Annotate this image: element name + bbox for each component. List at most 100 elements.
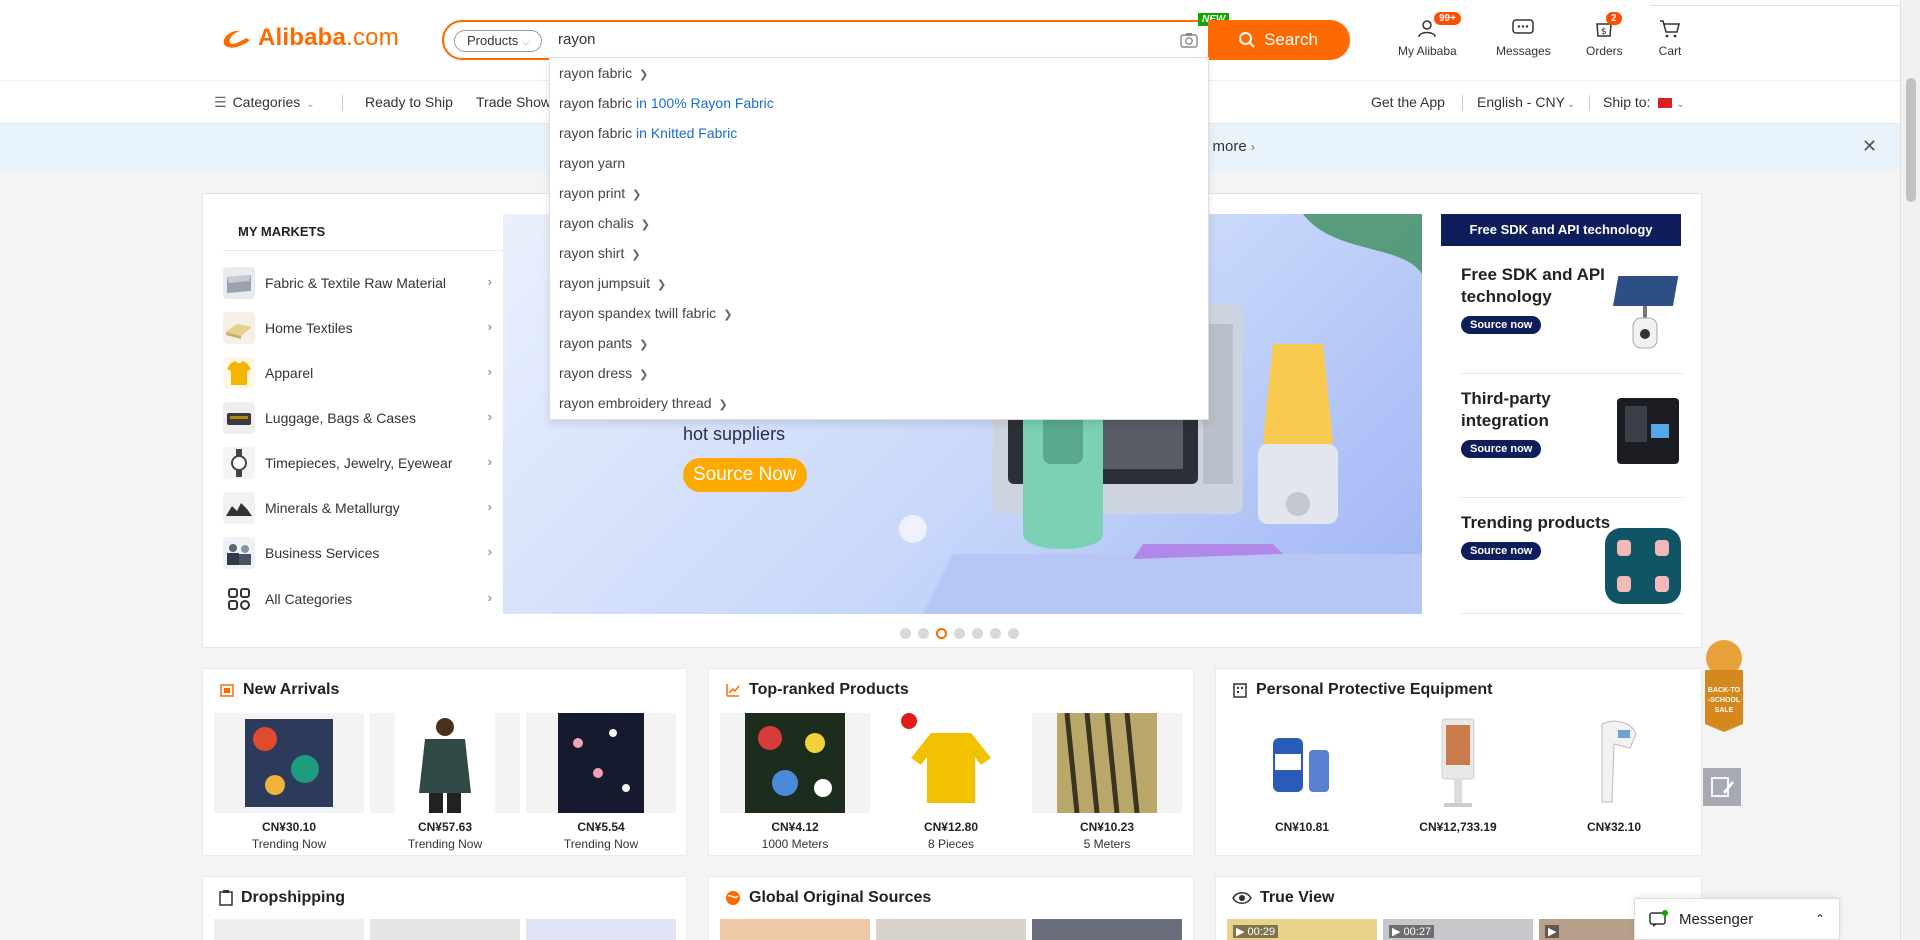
my-alibaba-label: My Alibaba (1398, 44, 1457, 58)
get-app-link[interactable]: Get the App (1371, 94, 1445, 110)
cart-link[interactable]: Cart (1658, 18, 1682, 58)
back-to-school-badge[interactable]: BACK-TO -SCHOOL SALE (1703, 640, 1745, 732)
carousel-dot[interactable] (1008, 628, 1019, 639)
scrollbar-thumb[interactable] (1906, 78, 1916, 202)
product-thumbnail (1601, 720, 1637, 803)
card-title[interactable]: Personal Protective Equipment (1232, 681, 1493, 699)
product-tile[interactable]: CN¥12,733.19 (1383, 713, 1533, 834)
product-tile[interactable]: CN¥10.23 5 Meters (1032, 713, 1182, 851)
carousel-dot[interactable] (918, 628, 929, 639)
categories-menu[interactable]: ☰ Categories ⌄ (214, 94, 315, 111)
suggestion-item[interactable]: rayon print ❯ (559, 185, 641, 201)
orders-link[interactable]: $ 2 Orders (1586, 12, 1623, 58)
close-icon[interactable]: ✕ (1862, 136, 1877, 157)
product-tile[interactable]: CN¥10.81 (1227, 713, 1377, 834)
sale-badge-text: BACK-TO -SCHOOL SALE (1703, 686, 1745, 716)
sdk-card[interactable]: Trending products Source now (1461, 512, 1683, 614)
product-image (526, 713, 676, 813)
trending-chart-icon (726, 684, 740, 697)
product-tile[interactable]: CN¥32.10 (1539, 713, 1689, 834)
suggestion-item[interactable]: rayon pants ❯ (559, 335, 648, 351)
product-tile[interactable]: CN¥57.63 Trending Now (370, 713, 520, 851)
card-title[interactable]: Global Original Sources (725, 889, 931, 907)
messenger-widget[interactable]: Messenger ⌃ (1634, 898, 1840, 940)
suggestion-item[interactable]: rayon dress ❯ (559, 365, 648, 381)
product-tile[interactable]: CN¥30.10 Trending Now (214, 713, 364, 851)
language-currency-select[interactable]: English - CNY ⌄ (1477, 94, 1575, 110)
search-input[interactable]: rayon (558, 31, 596, 48)
product-tile[interactable]: CN¥4.12 1000 Meters (720, 713, 870, 851)
source-now-button[interactable]: Source now (1461, 316, 1542, 334)
search-button[interactable]: Search (1208, 20, 1348, 60)
product-image[interactable] (876, 919, 1026, 940)
product-image (1032, 713, 1182, 813)
ship-to-select[interactable]: Ship to: ⌄ (1603, 94, 1685, 110)
suggestion-term: rayon print (559, 185, 626, 201)
chevron-right-icon: ❯ (639, 69, 649, 81)
suggestion-item[interactable]: rayon yarn (559, 155, 625, 171)
market-item-apparel[interactable]: Apparel › (223, 356, 492, 390)
market-item-luggage[interactable]: Luggage, Bags & Cases › (223, 401, 492, 435)
my-alibaba-link[interactable]: 99+ My Alibaba (1398, 12, 1461, 58)
carousel-dot[interactable] (900, 628, 911, 639)
product-price: CN¥5.54 (577, 820, 625, 834)
search-category-select[interactable]: Products ⌵ (454, 30, 543, 52)
carousel-dot[interactable] (954, 628, 965, 639)
product-image[interactable] (526, 919, 676, 940)
product-tile[interactable]: CN¥5.54 Trending Now (526, 713, 676, 851)
market-item-timepieces[interactable]: Timepieces, Jewelry, Eyewear › (223, 446, 492, 480)
feedback-button[interactable] (1703, 768, 1741, 806)
sdk-card[interactable]: Free SDK and API technology Source now (1461, 264, 1683, 374)
card-title[interactable]: Dropshipping (219, 889, 345, 907)
card-title[interactable]: New Arrivals (219, 681, 339, 699)
market-item-all-categories[interactable]: All Categories › (223, 582, 492, 616)
suggestion-item[interactable]: rayon chalis ❯ (559, 215, 650, 231)
card-title[interactable]: Top-ranked Products (725, 681, 909, 699)
messages-label: Messages (1496, 44, 1551, 58)
carousel-dot[interactable] (990, 628, 1001, 639)
camera-icon[interactable] (1180, 32, 1198, 48)
product-subtitle: 5 Meters (1083, 837, 1131, 851)
carousel-dots (900, 628, 1019, 639)
clipboard-icon (219, 890, 233, 906)
trade-shows-link[interactable]: Trade Show (476, 94, 551, 110)
product-image[interactable] (214, 919, 364, 940)
product-image[interactable] (370, 919, 520, 940)
sdk-card[interactable]: Third-party integration Source now (1461, 388, 1683, 498)
page-scrollbar[interactable] (1900, 0, 1920, 940)
video-thumbnail[interactable]: ▶ 00:29 (1227, 919, 1377, 940)
product-image[interactable] (720, 919, 870, 940)
market-item-minerals[interactable]: Minerals & Metallurgy › (223, 491, 492, 525)
card-title[interactable]: True View (1232, 889, 1334, 907)
product-tile[interactable]: CN¥12.80 8 Pieces (876, 713, 1026, 851)
suggestion-item[interactable]: rayon shirt ❯ (559, 245, 641, 261)
carousel-dot[interactable] (972, 628, 983, 639)
product-subtitle: Trending Now (251, 837, 327, 851)
chevron-right-icon: › (487, 499, 492, 514)
video-thumbnail[interactable]: ▶ (1539, 919, 1639, 940)
source-now-button[interactable]: Source now (1461, 440, 1542, 458)
product-image[interactable] (1032, 919, 1182, 940)
suggestion-item[interactable]: rayon fabric ❯ (559, 65, 648, 81)
ready-to-ship-link[interactable]: Ready to Ship (365, 94, 453, 110)
suggestion-item[interactable]: rayon jumpsuit ❯ (559, 275, 666, 291)
messages-link[interactable]: Messages (1496, 18, 1551, 58)
suggestion-item[interactable]: rayon fabric in 100% Rayon Fabric (559, 95, 774, 111)
product-thumbnail (245, 719, 333, 807)
market-item-home-textiles[interactable]: Home Textiles › (223, 311, 492, 345)
product-thumbnail (558, 713, 644, 813)
suggestion-item[interactable]: rayon embroidery thread ❯ (559, 395, 728, 411)
market-item-fabric[interactable]: Fabric & Textile Raw Material › (223, 266, 492, 300)
video-thumbnail[interactable]: ▶ 00:27 (1383, 919, 1533, 940)
source-now-button[interactable]: Source Now (683, 458, 807, 492)
video-duration-text: 00:27 (1403, 926, 1432, 938)
market-label: Timepieces, Jewelry, Eyewear (265, 455, 453, 471)
carousel-dot-active[interactable] (936, 628, 947, 639)
alibaba-logo[interactable]: Alibaba .com (220, 24, 399, 52)
top-strip (1650, 0, 1900, 6)
source-now-button[interactable]: Source now (1461, 542, 1542, 560)
suggestion-item[interactable]: rayon fabric in Knitted Fabric (559, 125, 737, 141)
suggestion-item[interactable]: rayon spandex twill fabric ❯ (559, 305, 732, 321)
market-item-business-services[interactable]: Business Services › (223, 536, 492, 570)
search-icon (1239, 32, 1255, 48)
